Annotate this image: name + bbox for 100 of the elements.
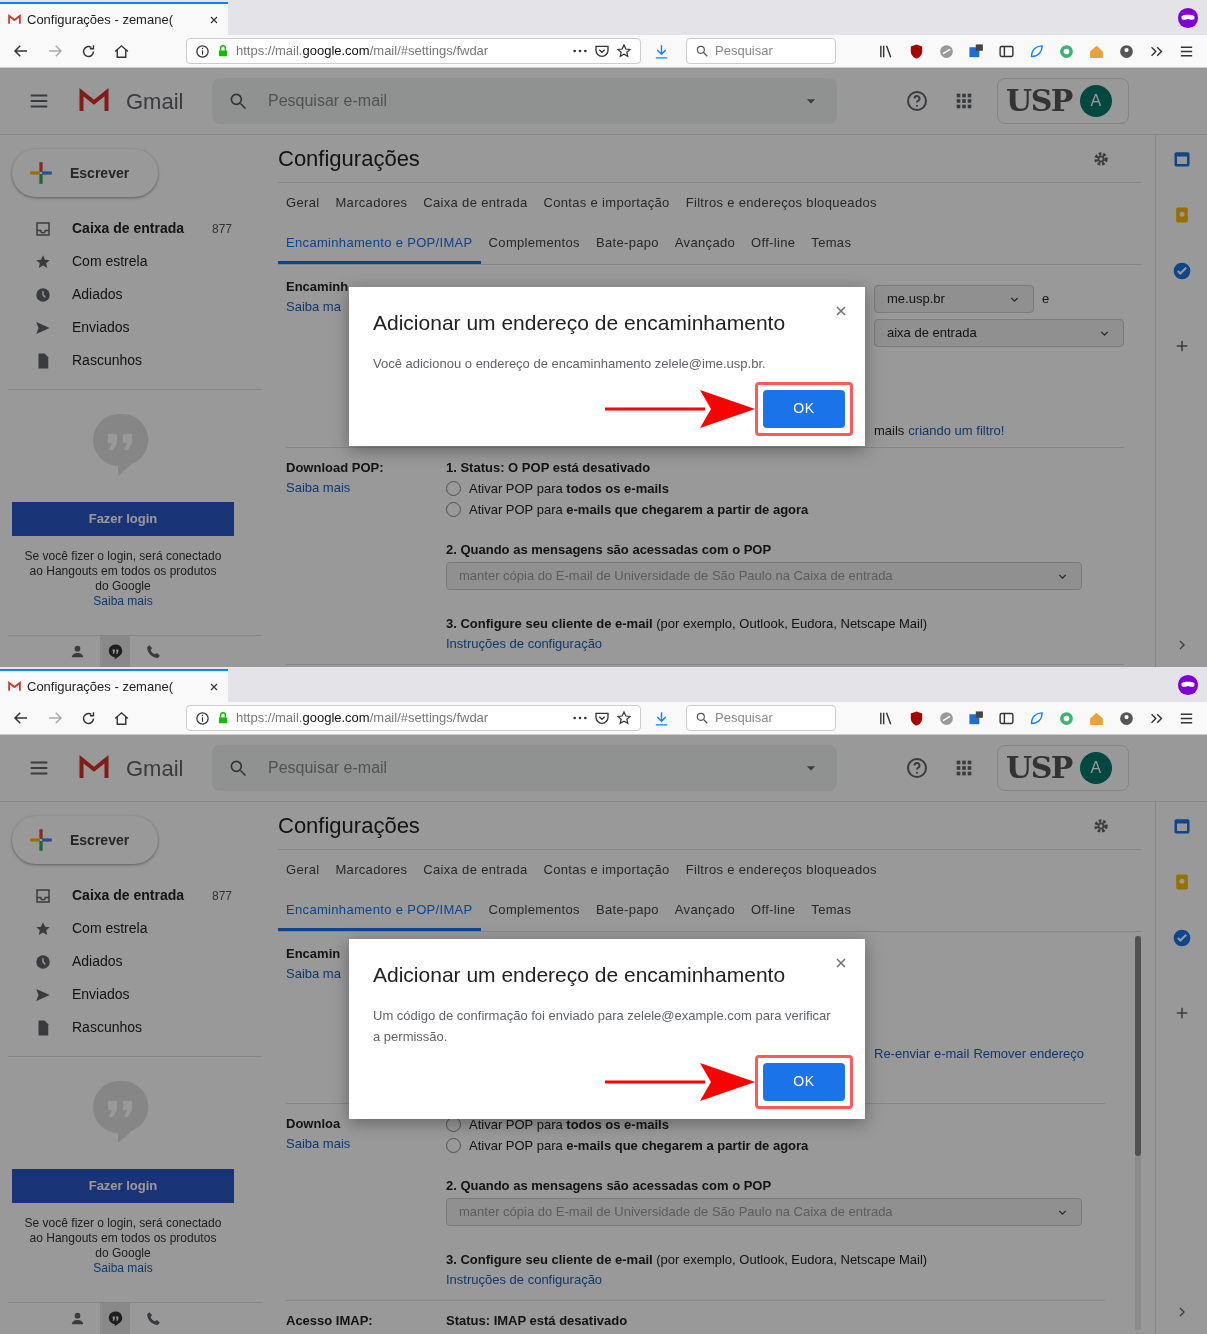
browser-tab[interactable]: Configurações - zemane( (0, 669, 228, 702)
nav-item[interactable]: Enviados (8, 311, 262, 344)
nav-item[interactable]: Enviados (8, 978, 262, 1011)
settings-tab[interactable]: Filtros e endereços bloqueados (685, 859, 877, 883)
home-icon[interactable] (113, 42, 130, 60)
settings-tab[interactable]: Geral (286, 192, 320, 216)
globe-icon[interactable] (938, 42, 955, 60)
address-bar[interactable]: https://mail.google.com/mail/#settings/fwdar (186, 705, 641, 731)
action-link[interactable]: Remover endereço (973, 1044, 1084, 1064)
checkmark-circle-icon[interactable] (1171, 261, 1192, 281)
ring-icon[interactable] (1058, 709, 1075, 727)
leaf-icon[interactable] (1028, 709, 1045, 727)
radio-button[interactable] (446, 481, 461, 496)
learn-more-link[interactable]: Saiba mais (286, 478, 446, 498)
nav-item[interactable]: Rascunhos (8, 344, 262, 377)
search-field[interactable]: Pesquisar (686, 705, 836, 731)
instructions-link[interactable]: Instruções de configuração (446, 634, 603, 654)
settings-tab[interactable]: Off-line (751, 892, 796, 931)
download-icon[interactable] (653, 42, 670, 60)
nav-item[interactable]: Caixa de entrada 877 (8, 212, 262, 245)
account-switcher[interactable]: USP A (997, 78, 1129, 124)
hangouts-tab[interactable] (100, 1302, 130, 1334)
shield-icon[interactable] (908, 709, 925, 727)
nav-item[interactable]: Caixa de entrada 877 (8, 879, 262, 912)
settings-tab[interactable]: Avançado (674, 892, 736, 931)
nav-item[interactable]: Com estrela (8, 245, 262, 278)
badge-icon[interactable] (968, 42, 985, 60)
settings-tab[interactable]: Caixa de entrada (423, 192, 528, 216)
home-icon[interactable] (113, 709, 130, 727)
compose-button[interactable]: Escrever (12, 816, 158, 864)
help-icon[interactable] (905, 89, 929, 113)
person-icon[interactable] (1118, 709, 1135, 727)
settings-tab[interactable]: Marcadores (335, 192, 408, 216)
settings-tab[interactable]: Complementos (488, 225, 580, 264)
person-icon[interactable] (1118, 42, 1135, 60)
checkmark-circle-icon[interactable] (1171, 928, 1192, 948)
reload-icon[interactable] (80, 709, 97, 727)
settings-tab[interactable]: Complementos (488, 892, 580, 931)
scrollbar-thumb[interactable] (1135, 936, 1141, 1156)
reload-icon[interactable] (80, 42, 97, 60)
forward-icon[interactable] (46, 42, 64, 60)
browser-tab[interactable]: Configurações - zemane( (0, 2, 228, 35)
ok-button[interactable]: OK (763, 1062, 845, 1101)
account-switcher[interactable]: USP A (997, 745, 1129, 791)
nav-item[interactable]: Rascunhos (8, 1011, 262, 1044)
dropdown[interactable]: aixa de entrada (874, 319, 1124, 347)
search-field[interactable]: Pesquisar (686, 38, 836, 64)
learn-more-link[interactable]: Saiba mais (93, 594, 153, 609)
bookmark-star-icon[interactable] (616, 710, 632, 726)
action-link[interactable]: Re-enviar e-mail (874, 1044, 970, 1064)
forward-icon[interactable] (46, 709, 64, 727)
settings-tab[interactable]: Contas e importação (543, 192, 670, 216)
hangouts-tab[interactable] (100, 635, 130, 667)
bookmark-star-icon[interactable] (616, 43, 632, 59)
settings-tab[interactable]: Bate-papo (595, 225, 659, 264)
radio-button[interactable] (446, 1138, 461, 1153)
settings-tab[interactable]: Encaminhamento e POP/IMAP (278, 225, 481, 264)
ring-icon[interactable] (1058, 42, 1075, 60)
nav-item[interactable]: Com estrela (8, 912, 262, 945)
nav-item[interactable]: Adiados (8, 278, 262, 311)
settings-tab[interactable]: Filtros e endereços bloqueados (685, 192, 877, 216)
login-button[interactable]: Fazer login (12, 1169, 234, 1203)
shield-icon[interactable] (908, 42, 925, 60)
dropdown[interactable]: me.usp.br (874, 285, 1034, 313)
login-button[interactable]: Fazer login (12, 502, 234, 536)
settings-tab[interactable]: Contas e importação (543, 859, 670, 883)
avatar[interactable]: A (1079, 85, 1112, 117)
mask-icon[interactable] (1177, 674, 1199, 696)
back-icon[interactable] (12, 709, 30, 727)
badge-icon[interactable] (968, 709, 985, 727)
tab-title: Configurações - zemane( (27, 677, 174, 696)
settings-tab[interactable]: Temas (811, 892, 852, 931)
info-icon[interactable] (195, 710, 210, 726)
pocket-icon[interactable] (594, 43, 610, 59)
filter-link[interactable]: criando um filtro! (908, 421, 1005, 441)
nav-item[interactable]: Adiados (8, 945, 262, 978)
ok-button[interactable]: OK (763, 389, 845, 428)
compose-button[interactable]: Escrever (12, 149, 158, 197)
learn-more-link[interactable]: Saiba mais (286, 1134, 446, 1154)
avatar[interactable]: A (1079, 752, 1112, 784)
back-icon[interactable] (12, 42, 30, 60)
settings-tab[interactable]: Off-line (751, 225, 796, 264)
instructions-link[interactable]: Instruções de configuração (446, 1270, 603, 1290)
settings-tab[interactable]: Encaminhamento e POP/IMAP (278, 892, 481, 931)
download-icon[interactable] (653, 709, 670, 727)
settings-tab[interactable]: Temas (811, 225, 852, 264)
settings-tab[interactable]: Caixa de entrada (423, 859, 528, 883)
settings-tab[interactable]: Bate-papo (595, 892, 659, 931)
address-bar[interactable]: https://mail.google.com/mail/#settings/fwdar (186, 38, 641, 64)
settings-tab[interactable]: Avançado (674, 225, 736, 264)
radio-button[interactable] (446, 502, 461, 517)
learn-more-link[interactable]: Saiba mais (93, 1261, 153, 1276)
leaf-icon[interactable] (1028, 42, 1045, 60)
mask-icon[interactable] (1177, 7, 1199, 29)
globe-icon[interactable] (938, 709, 955, 727)
pocket-icon[interactable] (594, 710, 610, 726)
settings-tab[interactable]: Geral (286, 859, 320, 883)
help-icon[interactable] (905, 756, 929, 780)
info-icon[interactable] (195, 43, 210, 59)
settings-tab[interactable]: Marcadores (335, 859, 408, 883)
